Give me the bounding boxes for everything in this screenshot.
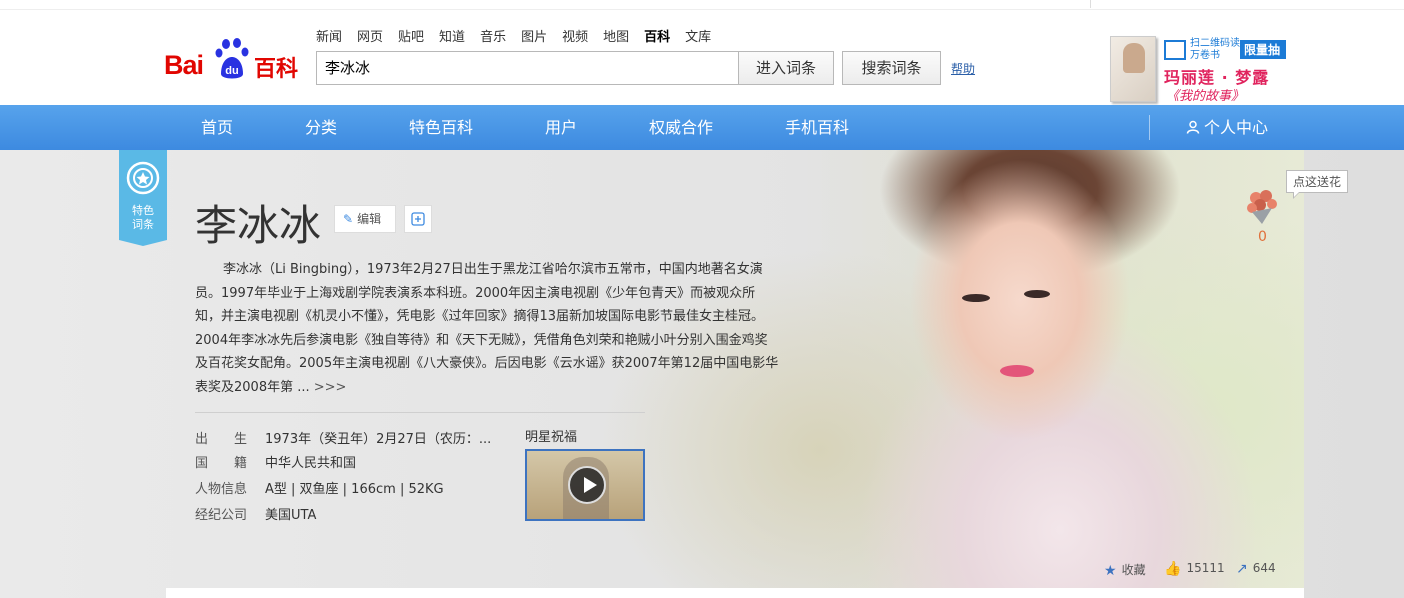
blessing-video-thumbnail[interactable] [525,449,645,521]
thumbs-up-icon: 👍 [1164,561,1182,577]
nav-authority[interactable]: 权威合作 [649,105,713,150]
summary-text: 李冰冰（Li Bingbing），1973年2月27日出生于黑龙江省哈尔滨市五常… [195,262,779,395]
ad-tag: 限量抽 [1240,40,1287,59]
play-icon[interactable] [568,466,606,504]
nav-mobile[interactable]: 手机百科 [785,105,849,150]
paw-logo-icon: du [215,38,249,79]
fact-label: 国 籍 [195,456,248,471]
flower-icon[interactable] [1244,188,1280,226]
help-link[interactable]: 帮助 [951,60,975,77]
flower-count: 0 [1258,229,1267,245]
top-strip-separator [1090,0,1091,8]
entry-title: 李冰冰 [195,201,322,250]
book-ad-banner[interactable]: 扫二维码读万卷书 限量抽 玛丽莲 · 梦露 《我的故事》 [1108,34,1298,106]
featured-entry-badge: 特色 词条 [119,150,167,246]
fact-label: 人物信息 [195,482,248,497]
top-strip [0,0,1404,10]
main-navbar: 首页 分类 特色百科 用户 权威合作 手机百科 个人中心 [0,105,1404,150]
link-baike[interactable]: 百科 [644,26,670,45]
star-icon: ★ [1104,563,1117,579]
link-map[interactable]: 地图 [603,26,629,45]
fact-row-nationality: 国 籍 中华人民共和国 [195,452,356,472]
nav-featured[interactable]: 特色百科 [409,105,473,150]
logo-du-text: du [225,65,238,77]
badge-text-line1: 特色 [132,203,154,217]
fact-label: 出 生 [195,432,248,447]
fact-row-agency: 经纪公司 美国UTA [195,504,316,524]
star-blessing-title: 明星祝福 [525,430,578,445]
badge-text-line2: 词条 [132,217,154,231]
logo-bai-text: Bai [164,50,204,80]
book-portrait [1123,43,1145,73]
link-video[interactable]: 视频 [562,26,588,45]
share-count: 644 [1252,561,1276,575]
summary-divider [195,412,645,413]
link-web[interactable]: 网页 [357,26,383,45]
plus-square-icon [411,212,425,226]
entry-summary: 李冰冰（Li Bingbing），1973年2月27日出生于黑龙江省哈尔滨市五常… [195,258,780,399]
fact-value: 1973年（癸丑年）2月27日（农历：... [265,432,492,447]
link-wenku[interactable]: 文库 [685,26,711,45]
collect-label: 收藏 [1121,563,1146,577]
collect-button[interactable]: ★ 收藏 [1104,561,1146,579]
nav-category[interactable]: 分类 [305,105,337,150]
enter-entry-button[interactable]: 进入词条 [738,51,834,85]
edit-label: 编辑 [357,212,382,226]
nav-home[interactable]: 首页 [201,105,233,150]
link-zhidao[interactable]: 知道 [439,26,465,45]
fact-value[interactable]: 中华人民共和国 [265,456,356,471]
portrait-eye-right [1024,290,1050,298]
baidu-baike-logo[interactable]: Bai du 百科 [164,38,304,88]
read-more-link[interactable]: >>> [314,380,347,395]
user-center-label: 个人中心 [1204,118,1269,137]
product-links: 新闻 网页 贴吧 知道 音乐 图片 视频 地图 百科 文库 [316,26,726,45]
like-count: 15111 [1186,561,1225,575]
share-button[interactable]: ↗ 644 [1236,561,1276,577]
fact-value: 美国UTA [265,508,317,523]
add-button[interactable] [404,205,432,233]
entry-hero: 特色 词条 李冰冰 ✎ 编辑 李冰冰（Li Bingbing），1973年2月27… [0,150,1404,598]
nav-user-center[interactable]: 个人中心 [1186,105,1268,150]
fact-row-personal: 人物信息 A型 | 双鱼座 | 166cm | 52KG [195,478,444,498]
send-flower-tooltip: 点这送花 [1286,170,1349,199]
link-news[interactable]: 新闻 [316,26,342,45]
qr-code-icon [1164,40,1186,60]
link-music[interactable]: 音乐 [480,26,506,45]
pencil-icon: ✎ [343,212,354,226]
ad-qr-text: 扫二维码读万卷书 [1190,38,1240,61]
ad-subtitle: 《我的故事》 [1166,89,1245,104]
fact-value: A型 | 双鱼座 | 166cm | 52KG [265,482,444,497]
user-icon [1186,120,1200,134]
header: Bai du 百科 新闻 网页 贴吧 知道 音乐 图片 视频 地图 百科 文库 … [0,10,1404,105]
fact-row-birth: 出 生 1973年（癸丑年）2月27日（农历：... [195,428,491,448]
link-images[interactable]: 图片 [521,26,547,45]
search-entry-button[interactable]: 搜索词条 [842,51,941,85]
portrait-lips [1000,365,1034,377]
logo-baike-text: 百科 [254,57,299,82]
share-icon: ↗ [1236,561,1248,577]
book-cover-image [1110,36,1156,102]
edit-button[interactable]: ✎ 编辑 [334,205,396,233]
link-tieba[interactable]: 贴吧 [398,26,424,45]
fact-label: 经纪公司 [195,508,248,523]
portrait-eye-left [962,294,990,302]
content-top-edge [166,588,1304,598]
nav-users[interactable]: 用户 [545,105,577,150]
search-input[interactable]: 李冰冰 [316,51,738,85]
navbar-divider [1149,115,1150,140]
like-button[interactable]: 👍 15111 [1164,561,1225,577]
